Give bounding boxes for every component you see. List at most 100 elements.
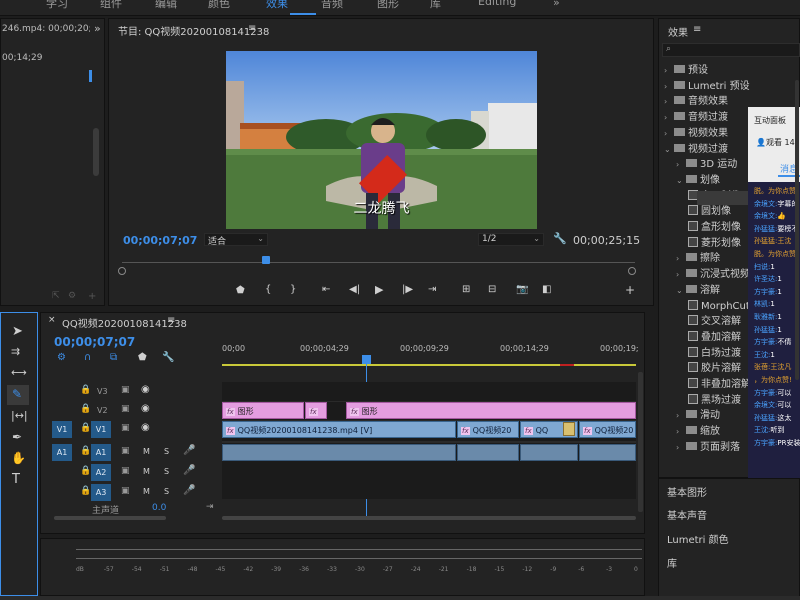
track-lock-icon[interactable]: 🔒	[80, 423, 91, 433]
timeline-current-timecode[interactable]: 00;00;07;07	[54, 335, 135, 349]
timeline-ruler[interactable]: 00;00 00;00;04;29 00;00;09;29 00;00;14;2…	[222, 340, 639, 366]
chevron-right-icon[interactable]: ›	[676, 157, 686, 172]
panel-overflow-icon[interactable]: »	[94, 22, 101, 35]
track-target-v1[interactable]: V1	[91, 421, 111, 438]
audio-clip-a1[interactable]	[520, 444, 578, 461]
effect-item[interactable]: 胶片溶解	[688, 361, 741, 376]
effect-item[interactable]: MorphCut	[688, 299, 750, 314]
track-lock-icon[interactable]: 🔒	[80, 404, 91, 414]
sync-lock-icon[interactable]: ▣	[121, 466, 130, 476]
track-lock-icon[interactable]: 🔒	[80, 486, 91, 496]
ripple-edit-tool-icon[interactable]: ⟷	[11, 366, 27, 379]
program-time-ruler[interactable]	[122, 262, 635, 263]
effect-item[interactable]: 盒形划像	[688, 220, 741, 235]
essential-graphics-tab[interactable]: 基本图形	[667, 484, 707, 499]
effects-menu-icon[interactable]: ≡	[693, 24, 701, 35]
solo-button[interactable]: S	[164, 487, 169, 496]
track-lock-icon[interactable]: 🔒	[80, 446, 91, 456]
sync-lock-icon[interactable]: ▣	[121, 446, 130, 456]
graphic-clip-v2[interactable]: fx 图形	[222, 402, 304, 419]
track-select-tool-icon[interactable]: ⇉	[11, 345, 20, 358]
track-header-scrollbar[interactable]	[54, 516, 166, 520]
effect-item[interactable]: 非叠加溶解	[688, 377, 751, 392]
source-patch-v1[interactable]: V1	[52, 421, 72, 438]
microphone-icon[interactable]: 🎤	[183, 465, 195, 476]
eye-visibility-icon[interactable]: ◉	[141, 403, 150, 414]
source-add-icon[interactable]: +	[88, 291, 96, 302]
effects-scrollbar[interactable]	[795, 80, 799, 380]
effects-search-input[interactable]: ⌕	[662, 43, 800, 57]
program-monitor-title[interactable]: 节目: QQ视频20200108141238	[118, 23, 269, 38]
source-settings-icon[interactable]: ⚙	[68, 291, 76, 301]
solo-button[interactable]: S	[164, 467, 169, 476]
transition-marker[interactable]	[563, 422, 575, 436]
compare-view-icon[interactable]: ◧	[542, 284, 551, 295]
resolution-dropdown[interactable]: 1/2 ⌄	[478, 233, 544, 246]
selection-tool-icon[interactable]: ➤	[12, 324, 23, 339]
mute-button[interactable]: M	[143, 487, 150, 496]
effect-item[interactable]: 圆划像	[688, 204, 731, 219]
graphic-clip-v2[interactable]: fx 图形	[346, 402, 636, 419]
track-lock-icon[interactable]: 🔒	[80, 466, 91, 476]
graphic-clip-v2[interactable]: fx	[305, 402, 327, 419]
track-target-a1[interactable]: A1	[91, 444, 111, 461]
workspace-tab-libraries[interactable]: 库	[430, 0, 441, 11]
source-patch-a1[interactable]: A1	[52, 444, 72, 461]
effects-folder[interactable]: › 滑动	[676, 408, 720, 423]
effects-folder[interactable]: ⌄ 划像	[676, 173, 720, 188]
fit-zoom-dropdown[interactable]: 适合 ⌄	[204, 233, 268, 247]
wrench-settings-icon[interactable]: 🔧	[553, 232, 567, 245]
audio-clip-a1[interactable]	[222, 444, 456, 461]
chevron-right-icon[interactable]: ›	[676, 440, 686, 455]
mark-out-icon[interactable]: }	[290, 284, 296, 295]
workspace-tab-assembly[interactable]: 组件	[100, 0, 122, 11]
effect-item[interactable]: 白场过渡	[688, 346, 741, 361]
sync-lock-icon[interactable]: ▣	[121, 423, 130, 433]
effect-item[interactable]: 叠加溶解	[688, 330, 741, 345]
audio-clip-a1[interactable]	[579, 444, 636, 461]
nest-sequence-icon[interactable]: ⚙	[57, 352, 66, 363]
track-target-a2[interactable]: A2	[91, 464, 111, 481]
chevron-right-icon[interactable]: ›	[664, 110, 674, 125]
effects-panel-title[interactable]: 效果	[668, 24, 688, 39]
microphone-icon[interactable]: 🎤	[183, 445, 195, 456]
more-workspaces-icon[interactable]: »	[553, 0, 560, 9]
sync-lock-icon[interactable]: ▣	[121, 385, 130, 395]
step-forward-icon[interactable]: |▶︎	[402, 284, 413, 295]
mute-button[interactable]: M	[143, 447, 150, 456]
timeline-settings-icon[interactable]: 🔧	[162, 352, 174, 363]
step-back-icon[interactable]: ◀︎|	[349, 284, 360, 295]
chevron-down-icon[interactable]: ⌄	[664, 142, 674, 157]
audio-clip-a1[interactable]	[457, 444, 519, 461]
microphone-icon[interactable]: 🎤	[183, 485, 195, 496]
chevron-right-icon[interactable]: ›	[676, 424, 686, 439]
close-tab-icon[interactable]: ×	[48, 315, 56, 325]
timeline-vertical-scrollbar[interactable]	[638, 372, 643, 512]
video-clip-v1[interactable]: fx QQ视频20200108141238.mp4 [V]	[222, 421, 456, 438]
lumetri-color-tab[interactable]: Lumetri 颜色	[667, 531, 729, 546]
program-zoom-handle-right[interactable]	[628, 267, 636, 275]
sequence-menu-icon[interactable]: ≡	[167, 315, 175, 326]
effects-folder[interactable]: ⌄ 视频过渡	[664, 142, 728, 157]
effects-folder[interactable]: ⌄ 溶解	[676, 283, 720, 298]
program-menu-icon[interactable]: ≡	[248, 23, 256, 34]
effect-item[interactable]: 黑场过渡	[688, 393, 741, 408]
eye-visibility-icon[interactable]: ◉	[141, 384, 150, 395]
track-lock-icon[interactable]: 🔒	[80, 385, 91, 395]
track-target-a3[interactable]: A3	[91, 484, 111, 501]
source-monitor-title[interactable]: 246.mp4: 00;00;20;	[2, 24, 90, 34]
chevron-right-icon[interactable]: ›	[664, 63, 674, 78]
sync-lock-icon[interactable]: ▣	[121, 404, 130, 414]
source-scrollbar[interactable]	[93, 128, 99, 176]
chevron-right-icon[interactable]: ›	[676, 251, 686, 266]
go-to-out-icon[interactable]: ⇥	[428, 284, 436, 295]
chevron-down-icon[interactable]: ⌄	[676, 283, 686, 298]
export-frame-camera-icon[interactable]: 📷	[516, 284, 528, 295]
video-clip-v1[interactable]: fx QQ视频20	[457, 421, 519, 438]
workspace-tab-editing-en[interactable]: Editing	[478, 0, 516, 8]
workspace-tab-editing[interactable]: 编辑	[155, 0, 177, 11]
chevron-right-icon[interactable]: ›	[676, 267, 686, 282]
play-icon[interactable]: ▶	[375, 283, 383, 296]
effects-folder[interactable]: › Lumetri 预设	[664, 79, 750, 94]
workspace-tab-effects[interactable]: 效果	[266, 0, 288, 11]
